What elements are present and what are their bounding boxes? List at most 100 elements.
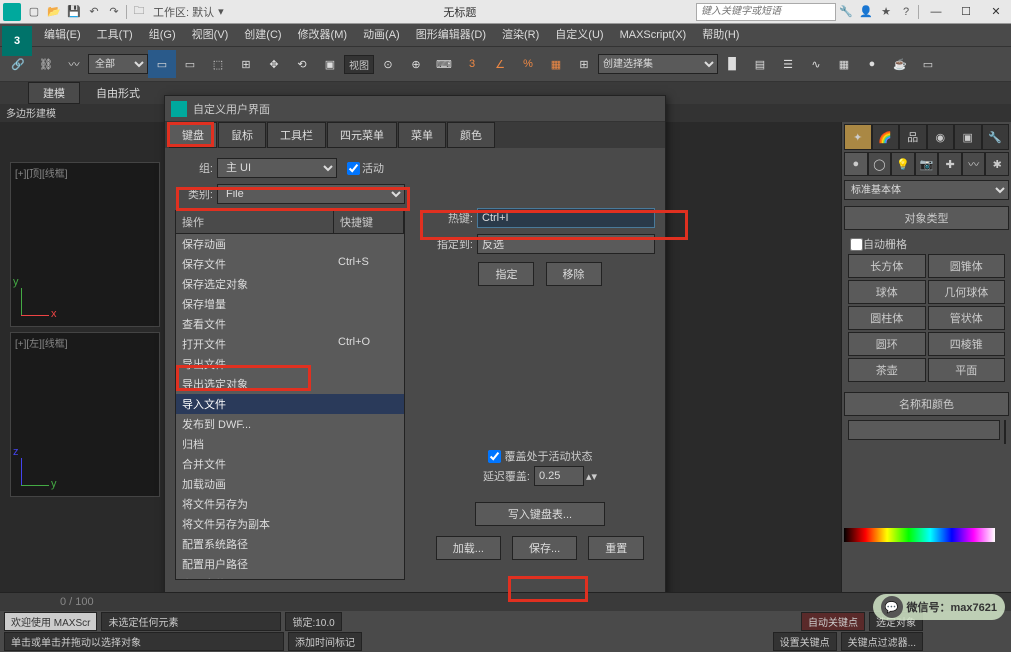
- btn-teapot[interactable]: 茶壶: [848, 358, 926, 382]
- reset-button[interactable]: 重置: [588, 536, 644, 560]
- list-item[interactable]: 合并文件: [176, 454, 404, 474]
- rotate-icon[interactable]: ⟲: [288, 50, 316, 78]
- cmd-tab-utilities[interactable]: 🔧: [982, 124, 1010, 150]
- maximize-button[interactable]: ☐: [951, 0, 981, 24]
- tab-quads[interactable]: 四元菜单: [327, 122, 397, 148]
- select-rect-icon[interactable]: ⬚: [204, 50, 232, 78]
- window-crossing-icon[interactable]: ⊞: [232, 50, 260, 78]
- btn-cylinder[interactable]: 圆柱体: [848, 306, 926, 330]
- write-keyboard-button[interactable]: 写入键盘表...: [475, 502, 605, 526]
- btn-tube[interactable]: 管状体: [928, 306, 1006, 330]
- delay-spinner[interactable]: [534, 466, 584, 486]
- link-icon[interactable]: 🔗: [4, 50, 32, 78]
- help-icon[interactable]: ?: [896, 3, 916, 21]
- object-name-input[interactable]: [848, 420, 1000, 440]
- open-icon[interactable]: 📂: [44, 3, 64, 21]
- list-item[interactable]: 将文件另存为: [176, 494, 404, 514]
- minimize-button[interactable]: —: [921, 0, 951, 24]
- list-item[interactable]: 导出文件: [176, 354, 404, 374]
- signin-icon[interactable]: 👤: [856, 3, 876, 21]
- overwrite-checkbox[interactable]: [488, 450, 501, 463]
- close-button[interactable]: ✕: [981, 0, 1011, 24]
- tab-keyboard[interactable]: 键盘: [169, 122, 217, 148]
- fav-icon[interactable]: ★: [876, 3, 896, 21]
- align-icon[interactable]: ▤: [746, 50, 774, 78]
- curve-editor-icon[interactable]: ∿: [802, 50, 830, 78]
- setkey-button[interactable]: 设置关键点: [773, 632, 837, 651]
- assign-button[interactable]: 指定: [478, 262, 534, 286]
- autogrid-checkbox[interactable]: [850, 238, 863, 251]
- list-item[interactable]: 保存增量: [176, 294, 404, 314]
- cmd-sub-systems[interactable]: ✱: [985, 152, 1009, 176]
- layer-icon[interactable]: ☰: [774, 50, 802, 78]
- menu-help[interactable]: 帮助(H): [694, 24, 747, 46]
- autokey-button[interactable]: 自动关键点: [801, 612, 865, 631]
- list-item[interactable]: 保存文件Ctrl+S: [176, 254, 404, 274]
- menu-group[interactable]: 组(G): [141, 24, 184, 46]
- maxscript-listener[interactable]: 欢迎使用 MAXScr: [4, 612, 97, 631]
- schematic-icon[interactable]: ▦: [830, 50, 858, 78]
- list-item[interactable]: 发布到 DWF...: [176, 414, 404, 434]
- load-button[interactable]: 加载...: [436, 536, 501, 560]
- undo-icon[interactable]: ↶: [84, 3, 104, 21]
- viewport-label-left[interactable]: [+][左][线框]: [15, 335, 68, 350]
- list-item[interactable]: 归档: [176, 434, 404, 454]
- hotkey-input[interactable]: [477, 208, 655, 228]
- menu-edit[interactable]: 编辑(E): [36, 24, 89, 46]
- col-action[interactable]: 操作: [176, 211, 334, 233]
- named-sel-icon[interactable]: ⊞: [570, 50, 598, 78]
- save-icon[interactable]: 💾: [64, 3, 84, 21]
- percent-snap-icon[interactable]: %: [514, 50, 542, 78]
- angle-snap-icon[interactable]: ∠: [486, 50, 514, 78]
- tab-mouse[interactable]: 鼠标: [218, 122, 266, 148]
- render-frame-icon[interactable]: ▭: [914, 50, 942, 78]
- btn-pyramid[interactable]: 四棱锥: [928, 332, 1006, 356]
- btn-geosphere[interactable]: 几何球体: [928, 280, 1006, 304]
- menu-animation[interactable]: 动画(A): [355, 24, 408, 46]
- category-dropdown[interactable]: File: [217, 184, 405, 204]
- list-item[interactable]: 上一文件 1: [176, 574, 404, 580]
- manip-icon[interactable]: ⊕: [402, 50, 430, 78]
- ribbon-tab-freeform[interactable]: 自由形式: [82, 83, 154, 103]
- cmd-sub-lights[interactable]: 💡: [891, 152, 915, 176]
- rollout-name-color[interactable]: 名称和颜色: [844, 392, 1009, 416]
- pivot-icon[interactable]: ⊙: [374, 50, 402, 78]
- mirror-icon[interactable]: ▐▌: [718, 50, 746, 78]
- move-icon[interactable]: ✥: [260, 50, 288, 78]
- list-item[interactable]: 导出选定对象: [176, 374, 404, 394]
- search-input[interactable]: [696, 3, 836, 21]
- app-icon[interactable]: [3, 3, 21, 21]
- workspace-label[interactable]: 工作区: 默认: [149, 4, 218, 20]
- select-icon[interactable]: ▭: [148, 50, 176, 78]
- dialog-titlebar[interactable]: 自定义用户界面: [165, 96, 665, 122]
- cmd-tab-create[interactable]: ✦: [844, 124, 872, 150]
- list-item[interactable]: 将文件另存为副本: [176, 514, 404, 534]
- tab-menus[interactable]: 菜单: [398, 122, 446, 148]
- cmd-sub-cameras[interactable]: 📷: [915, 152, 939, 176]
- btn-plane[interactable]: 平面: [928, 358, 1006, 382]
- cmd-tab-display[interactable]: ▣: [954, 124, 982, 150]
- project-icon[interactable]: 🗀: [129, 3, 149, 21]
- list-item[interactable]: 查看文件: [176, 314, 404, 334]
- tab-colors[interactable]: 颜色: [447, 122, 495, 148]
- cmd-sub-helpers[interactable]: ✚: [938, 152, 962, 176]
- btn-cone[interactable]: 圆锥体: [928, 254, 1006, 278]
- redo-icon[interactable]: ↷: [104, 3, 124, 21]
- color-swatch[interactable]: [1004, 420, 1006, 444]
- list-item[interactable]: 配置用户路径: [176, 554, 404, 574]
- menu-view[interactable]: 视图(V): [184, 24, 237, 46]
- menu-tools[interactable]: 工具(T): [89, 24, 141, 46]
- cmd-tab-modify[interactable]: 🌈: [872, 124, 900, 150]
- cmd-tab-hierarchy[interactable]: 品: [899, 124, 927, 150]
- keyboard-short-icon[interactable]: ⌨: [430, 50, 458, 78]
- menu-rendering[interactable]: 渲染(R): [494, 24, 547, 46]
- cmd-tab-motion[interactable]: ◉: [927, 124, 955, 150]
- rollout-object-type[interactable]: 对象类型: [844, 206, 1009, 230]
- unlink-icon[interactable]: ⛓: [32, 50, 60, 78]
- col-shortcut[interactable]: 快捷键: [334, 211, 404, 233]
- select-name-icon[interactable]: ▭: [176, 50, 204, 78]
- search-icon[interactable]: 🔧: [836, 3, 856, 21]
- snap-toggle-icon[interactable]: 3: [458, 50, 486, 78]
- scale-icon[interactable]: ▣: [316, 50, 344, 78]
- group-dropdown[interactable]: 主 UI: [217, 158, 337, 178]
